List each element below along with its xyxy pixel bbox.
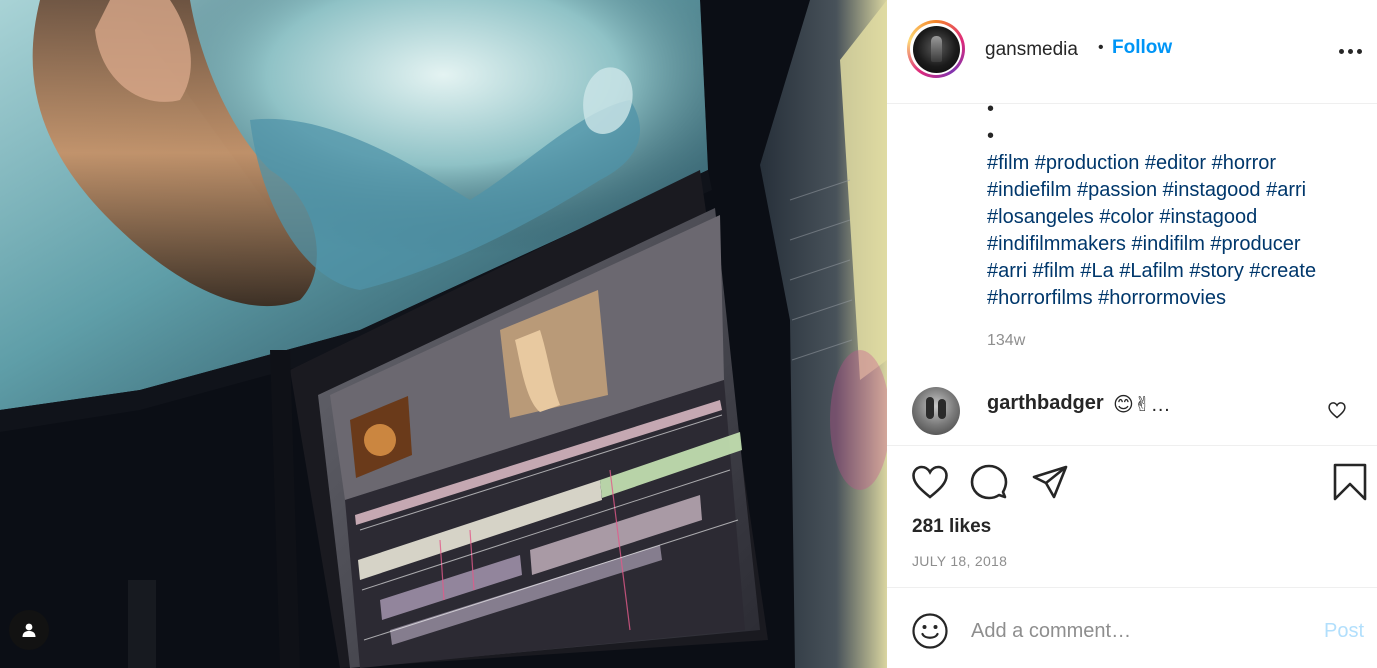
hashtag-link[interactable]: #arri bbox=[987, 260, 1027, 282]
post-comment-button[interactable]: Post bbox=[1324, 620, 1364, 643]
like-button[interactable] bbox=[910, 462, 950, 502]
hashtag-list: #film #production #editor #horror #indie… bbox=[987, 150, 1357, 312]
comment-bubble-icon bbox=[970, 464, 1008, 500]
hashtag-link[interactable]: #production bbox=[1035, 152, 1140, 174]
hashtag-link[interactable]: #color bbox=[1099, 206, 1153, 228]
comment-like-heart-icon[interactable] bbox=[1327, 400, 1347, 420]
paper-plane-icon bbox=[1032, 465, 1068, 499]
hashtag-link[interactable]: #film bbox=[987, 152, 1029, 174]
separator-dot: • bbox=[1098, 39, 1104, 56]
divider bbox=[887, 445, 1377, 446]
hashtag-link[interactable]: #indifilm bbox=[1132, 233, 1205, 255]
add-comment-input[interactable] bbox=[971, 614, 1301, 648]
hashtag-link[interactable]: #losangeles bbox=[987, 206, 1094, 228]
hashtag-link[interactable]: #horror bbox=[1212, 152, 1276, 174]
hashtag-link[interactable]: #create bbox=[1249, 260, 1316, 282]
hashtag-link[interactable]: #editor bbox=[1145, 152, 1206, 174]
comment-text: 😊✌… bbox=[1113, 394, 1171, 416]
divider bbox=[887, 587, 1377, 588]
share-button[interactable] bbox=[1030, 462, 1070, 502]
post-header: gansmedia • Follow bbox=[887, 0, 1377, 104]
hashtag-link[interactable]: #film bbox=[1033, 260, 1075, 282]
hashtag-link[interactable]: #La bbox=[1080, 260, 1113, 282]
editing-setup-photo bbox=[0, 0, 887, 668]
hashtag-link[interactable]: #horrorfilms bbox=[987, 287, 1093, 309]
heart-icon bbox=[912, 465, 948, 499]
profile-avatar[interactable] bbox=[907, 20, 965, 78]
caption-time-ago[interactable]: 134w bbox=[987, 332, 1025, 350]
tagged-users-button[interactable] bbox=[9, 610, 49, 650]
hashtag-link[interactable]: #instagood bbox=[1159, 206, 1257, 228]
emoji-smiley-icon bbox=[912, 613, 948, 649]
hashtag-link[interactable]: #producer bbox=[1210, 233, 1300, 255]
likes-count[interactable]: 281 likes bbox=[912, 516, 991, 538]
hashtag-link[interactable]: #Lafilm bbox=[1119, 260, 1183, 282]
commenter-username[interactable]: garthbadger bbox=[987, 392, 1104, 415]
hashtag-link[interactable]: #horrormovies bbox=[1098, 287, 1226, 309]
comment-button[interactable] bbox=[969, 462, 1009, 502]
follow-button[interactable]: Follow bbox=[1112, 37, 1172, 59]
post-caption: • • #film #production #editor #horror #i… bbox=[987, 96, 1357, 312]
hashtag-link[interactable]: #indiefilm bbox=[987, 179, 1071, 201]
user-icon bbox=[22, 623, 36, 637]
avatar-image bbox=[912, 25, 960, 73]
post-image[interactable] bbox=[0, 0, 887, 668]
more-options-icon[interactable] bbox=[1339, 44, 1363, 58]
hashtag-link[interactable]: #indifilmmakers bbox=[987, 233, 1126, 255]
commenter-avatar[interactable] bbox=[912, 387, 960, 435]
post-date[interactable]: JULY 18, 2018 bbox=[912, 553, 1007, 569]
hashtag-link[interactable]: #instagood bbox=[1163, 179, 1261, 201]
emoji-button[interactable] bbox=[911, 612, 949, 650]
hashtag-link[interactable]: #passion bbox=[1077, 179, 1157, 201]
post-side-panel: gansmedia • Follow • • #film #production… bbox=[887, 0, 1377, 668]
save-button[interactable] bbox=[1330, 462, 1370, 502]
bookmark-icon bbox=[1333, 463, 1367, 501]
hashtag-link[interactable]: #story bbox=[1189, 260, 1243, 282]
caption-bullet: • bbox=[987, 125, 995, 147]
hashtag-link[interactable]: #arri bbox=[1266, 179, 1306, 201]
caption-bullet: • bbox=[987, 98, 995, 120]
username-link[interactable]: gansmedia bbox=[985, 39, 1078, 61]
